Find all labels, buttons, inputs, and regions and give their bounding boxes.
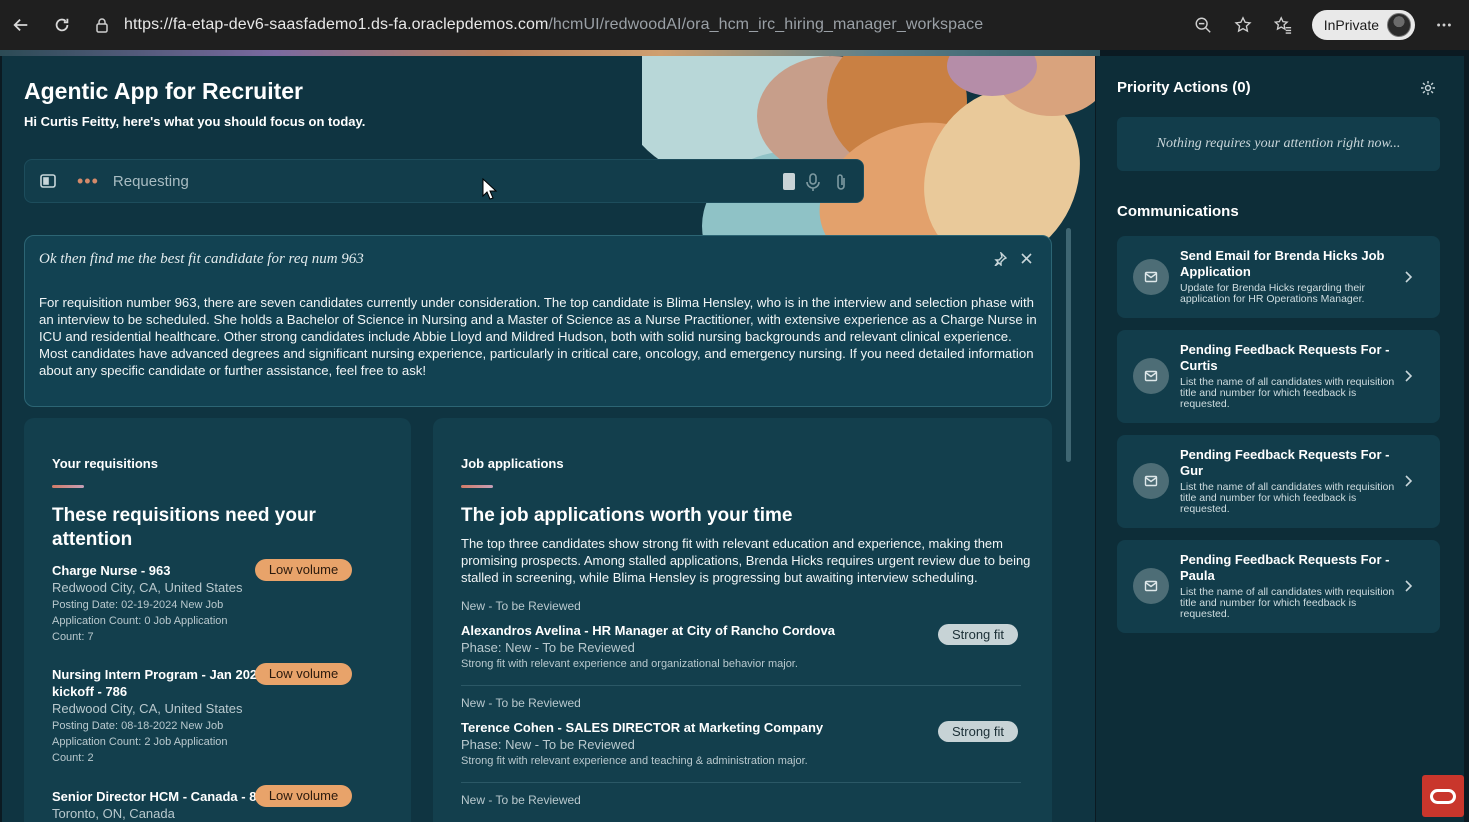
- application-phase: Phase: New - To be Reviewed: [461, 737, 635, 752]
- browser-toolbar: https://fa-etap-dev6-saasfademo1.ds-fa.o…: [0, 0, 1469, 50]
- applications-heading: The job applications worth your time: [461, 505, 793, 526]
- mail-icon: [1133, 568, 1169, 604]
- application-note: Strong fit with relevant experience and …: [461, 755, 808, 767]
- communication-title: Send Email for Brenda Hicks Job Applicat…: [1180, 248, 1385, 279]
- mail-icon: [1133, 259, 1169, 295]
- divider: [461, 685, 1021, 686]
- label-underline: [52, 485, 84, 488]
- requisition-title: Nursing Intern Program - Jan 2020 kickof…: [52, 667, 265, 699]
- priority-actions-title: Priority Actions (0): [1117, 79, 1251, 96]
- paperclip-icon[interactable]: [833, 172, 849, 192]
- oracle-logo: [1430, 788, 1456, 804]
- chevron-right-icon: [1405, 271, 1413, 283]
- communication-card[interactable]: Pending Feedback Requests For - Paula Li…: [1117, 540, 1440, 633]
- application-status: New - To be Reviewed: [461, 696, 581, 710]
- chevron-right-icon: [1405, 580, 1413, 592]
- communication-description: Update for Brenda Hicks regarding their …: [1180, 282, 1366, 305]
- priority-sidebar: Priority Actions (0) Nothing requires yo…: [1096, 56, 1464, 822]
- url-text: https://fa-etap-dev6-saasfademo1.ds-fa.o…: [124, 16, 983, 34]
- application-status: New - To be Reviewed: [461, 793, 581, 807]
- requisition-location: Redwood City, CA, United States: [52, 701, 243, 716]
- application-name: Alexandros Avelina - HR Manager at City …: [461, 623, 835, 638]
- requisition-meta: Posting Date: 08-18-2022 New Job Applica…: [52, 720, 228, 764]
- prompt-input[interactable]: ••• Requesting: [24, 159, 864, 203]
- inprivate-label: InPrivate: [1323, 17, 1379, 33]
- stop-icon[interactable]: [783, 173, 795, 190]
- requisitions-heading: These requisitions need your attention: [52, 505, 316, 550]
- assistant-answer-text: For requisition number 963, there are se…: [39, 295, 1037, 378]
- divider: [461, 782, 1021, 783]
- low-volume-badge: Low volume: [255, 663, 352, 685]
- communication-title: Pending Feedback Requests For - Gur: [1180, 447, 1390, 478]
- communication-title: Pending Feedback Requests For - Paula: [1180, 552, 1390, 583]
- requisitions-label: Your requisitions: [52, 456, 158, 471]
- panel-icon[interactable]: [39, 172, 57, 190]
- page-title: Agentic App for Recruiter: [24, 78, 304, 104]
- pin-icon[interactable]: [993, 252, 1007, 266]
- close-icon[interactable]: [1020, 252, 1033, 265]
- requisition-location: Toronto, ON, Canada: [52, 806, 175, 821]
- application-note: Strong fit with relevant experience and …: [461, 658, 798, 670]
- greeting: Hi Curtis Feitty, here's what you should…: [24, 114, 366, 129]
- more-icon[interactable]: [1433, 14, 1455, 36]
- application-item[interactable]: New - To be Reviewed Terence Cohen - SAL…: [461, 696, 1021, 767]
- application-item[interactable]: New - To be Reviewed Alexandros Avelina …: [461, 599, 1021, 670]
- strong-fit-badge: Strong fit: [938, 721, 1018, 742]
- requisition-title: Charge Nurse - 963: [52, 563, 171, 578]
- priority-empty-state: Nothing requires your attention right no…: [1117, 117, 1440, 171]
- zoom-out-icon[interactable]: [1192, 14, 1214, 36]
- applications-label: Job applications: [461, 456, 564, 471]
- requisition-location: Redwood City, CA, United States: [52, 580, 243, 595]
- communication-description: List the name of all candidates with req…: [1180, 376, 1395, 410]
- requisition-title: Senior Director HCM - Canada - 884: [52, 789, 271, 804]
- mouse-cursor: [482, 178, 498, 200]
- recruiter-workspace: Agentic App for Recruiter Hi Curtis Feit…: [2, 56, 1095, 822]
- user-question: Ok then find me the best fit candidate f…: [39, 251, 364, 267]
- back-arrow-icon[interactable]: [10, 14, 32, 36]
- mail-icon: [1133, 358, 1169, 394]
- address-bar[interactable]: https://fa-etap-dev6-saasfademo1.ds-fa.o…: [90, 12, 1200, 38]
- job-applications-panel: Job applications The job applications wo…: [433, 418, 1052, 822]
- avatar: [1387, 13, 1411, 37]
- communication-card[interactable]: Pending Feedback Requests For - Gur List…: [1117, 435, 1440, 528]
- communication-description: List the name of all candidates with req…: [1180, 481, 1395, 515]
- browser-actions: InPrivate: [1192, 10, 1455, 40]
- strong-fit-badge: Strong fit: [938, 624, 1018, 645]
- refresh-icon[interactable]: [51, 14, 73, 36]
- star-icon[interactable]: [1232, 14, 1254, 36]
- communication-title: Pending Feedback Requests For - Curtis: [1180, 342, 1390, 373]
- lock-icon: [96, 18, 108, 33]
- low-volume-badge: Low volume: [255, 785, 352, 807]
- application-status: New - To be Reviewed: [461, 599, 581, 613]
- favorites-icon[interactable]: [1272, 14, 1294, 36]
- communication-description: List the name of all candidates with req…: [1180, 586, 1395, 620]
- chevron-right-icon: [1405, 370, 1413, 382]
- gear-icon[interactable]: [1420, 80, 1436, 96]
- requisition-meta: Posting Date: 02-19-2024 New Job Applica…: [52, 599, 228, 643]
- oracle-chat-icon[interactable]: [1422, 775, 1464, 817]
- communication-card[interactable]: Send Email for Brenda Hicks Job Applicat…: [1117, 236, 1440, 318]
- mic-icon[interactable]: [805, 172, 821, 192]
- assistant-answer-card: Ok then find me the best fit candidate f…: [24, 235, 1052, 407]
- application-item[interactable]: New - To be Reviewed: [461, 793, 1021, 807]
- communications-title: Communications: [1117, 203, 1239, 220]
- mail-icon: [1133, 463, 1169, 499]
- chevron-right-icon: [1405, 475, 1413, 487]
- inprivate-profile-button[interactable]: InPrivate: [1311, 10, 1415, 40]
- scrollbar[interactable]: [1066, 228, 1071, 462]
- url-path: /hcmUI/redwoodAI/ora_hcm_irc_hiring_mana…: [548, 16, 984, 33]
- communication-card[interactable]: Pending Feedback Requests For - Curtis L…: [1117, 330, 1440, 423]
- requisitions-panel: Your requisitions These requisitions nee…: [24, 418, 411, 822]
- low-volume-badge: Low volume: [255, 559, 352, 581]
- prompt-status: Requesting: [112, 172, 189, 190]
- application-name: Terence Cohen - SALES DIRECTOR at Market…: [461, 720, 824, 735]
- applications-description: The top three candidates show strong fit…: [461, 536, 1031, 585]
- application-phase: Phase: New - To be Reviewed: [461, 640, 635, 655]
- label-underline: [461, 485, 493, 488]
- loading-dots: •••: [77, 171, 99, 191]
- url-host: https://fa-etap-dev6-saasfademo1.ds-fa.o…: [124, 16, 549, 33]
